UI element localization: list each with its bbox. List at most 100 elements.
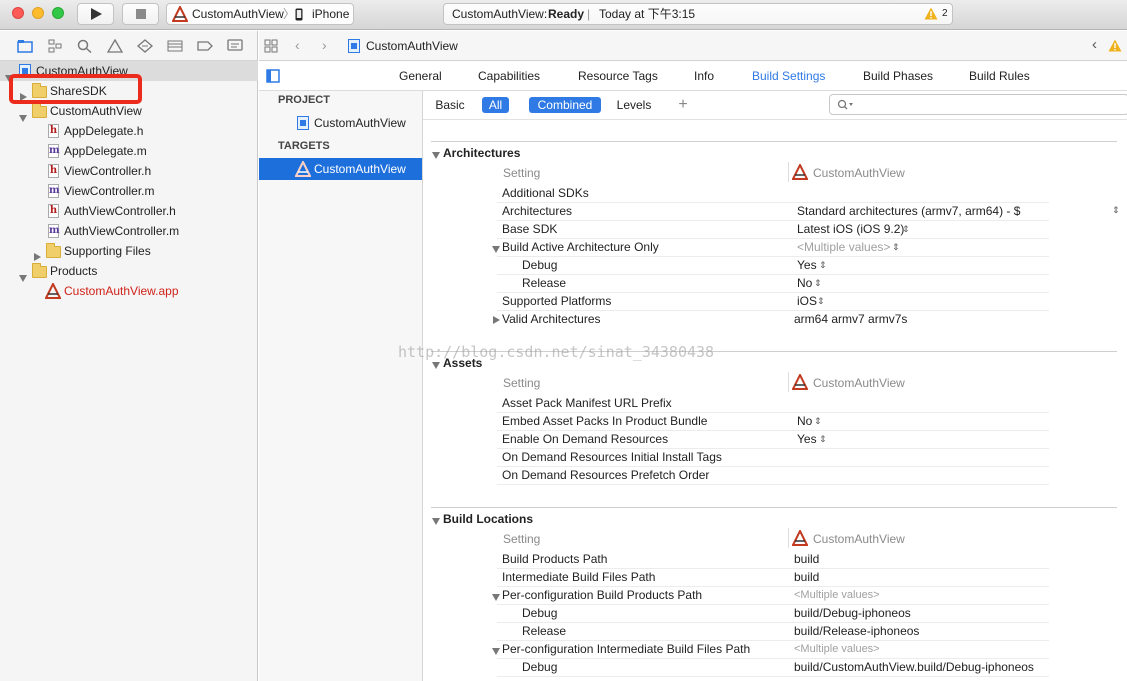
zoom-window-button[interactable] bbox=[52, 7, 64, 19]
tab-build-rules[interactable]: Build Rules bbox=[969, 69, 1030, 83]
issue-navigator-icon[interactable] bbox=[107, 39, 123, 53]
tree-row-products[interactable]: Products bbox=[0, 261, 258, 282]
setting-row[interactable]: Embed Asset Packs In Product Bundle No ⇕ bbox=[497, 413, 1049, 431]
minimize-window-button[interactable] bbox=[32, 7, 44, 19]
tree-row-file[interactable]: h ViewController.h bbox=[0, 161, 258, 181]
forward-arrow-icon[interactable]: › bbox=[322, 37, 327, 53]
test-navigator-icon[interactable] bbox=[137, 39, 153, 53]
stepper-arrows-icon[interactable]: ⇕ bbox=[819, 257, 827, 274]
stepper-arrows-icon[interactable]: ⇕ bbox=[819, 431, 827, 448]
setting-row[interactable]: On Demand Resources Initial Install Tags bbox=[497, 449, 1049, 467]
disclosure-collapsed-icon[interactable] bbox=[493, 315, 500, 327]
stepper-arrows-icon[interactable]: ⇕ bbox=[892, 239, 900, 256]
show-hide-targets-icon[interactable] bbox=[266, 69, 280, 83]
setting-row[interactable]: Per-configuration Build Products Path <M… bbox=[492, 587, 1049, 605]
search-icon[interactable] bbox=[77, 39, 93, 53]
tree-row-file[interactable]: h AuthViewController.h bbox=[0, 201, 258, 221]
related-items-icon[interactable] bbox=[264, 39, 278, 53]
setting-row[interactable]: Per-configuration Intermediate Build Fil… bbox=[492, 641, 1049, 659]
warning-icon[interactable] bbox=[924, 7, 938, 20]
setting-name: Debug bbox=[522, 660, 558, 674]
setting-value[interactable]: No bbox=[797, 275, 812, 292]
disclosure-expanded-icon[interactable] bbox=[492, 646, 500, 658]
setting-row[interactable]: Additional SDKs bbox=[497, 185, 1049, 203]
basic-filter-button[interactable]: Basic bbox=[431, 97, 469, 113]
disclosure-expanded-icon[interactable] bbox=[492, 592, 500, 604]
scheme-selector[interactable]: CustomAuthView 〉 iPhone bbox=[166, 3, 354, 25]
all-filter-button[interactable]: All bbox=[482, 97, 509, 113]
close-window-button[interactable] bbox=[12, 7, 24, 19]
tree-row-file[interactable]: m AuthViewController.m bbox=[0, 221, 258, 241]
add-setting-button[interactable]: + bbox=[673, 97, 693, 113]
tab-general[interactable]: General bbox=[399, 69, 442, 83]
tree-row-file[interactable]: m ViewController.m bbox=[0, 181, 258, 201]
setting-value[interactable]: Latest iOS (iOS 9.2) bbox=[797, 221, 904, 238]
setting-value[interactable]: arm64 armv7 armv7s bbox=[794, 311, 907, 328]
setting-value[interactable]: <Multiple values> bbox=[797, 239, 890, 256]
folder-icon bbox=[32, 263, 47, 278]
target-item-selected[interactable]: CustomAuthView bbox=[259, 158, 422, 180]
debug-navigator-icon[interactable] bbox=[167, 39, 183, 53]
tab-build-settings[interactable]: Build Settings bbox=[752, 69, 825, 83]
tree-row-file[interactable]: h AppDelegate.h bbox=[0, 121, 258, 141]
setting-value[interactable]: build/Debug-iphoneos bbox=[794, 605, 911, 622]
setting-row[interactable]: Release build/Release-iphoneos bbox=[497, 623, 1049, 641]
setting-value[interactable]: build/CustomAuthView.build/Debug-iphoneo… bbox=[794, 659, 1034, 676]
back-arrow-icon[interactable]: ‹ bbox=[1092, 36, 1097, 53]
tab-build-phases[interactable]: Build Phases bbox=[863, 69, 933, 83]
setting-row[interactable]: Build Active Architecture Only <Multiple… bbox=[492, 239, 1049, 257]
tab-capabilities[interactable]: Capabilities bbox=[478, 69, 540, 83]
setting-row[interactable]: Asset Pack Manifest URL Prefix bbox=[497, 395, 1049, 413]
tree-row-group[interactable]: CustomAuthView bbox=[0, 101, 258, 122]
stepper-arrows-icon[interactable]: ⇕ bbox=[814, 413, 822, 430]
setting-value[interactable]: build bbox=[794, 551, 819, 568]
setting-value[interactable]: iOS bbox=[797, 293, 817, 310]
setting-row[interactable]: On Demand Resources Prefetch Order bbox=[497, 467, 1049, 485]
setting-value[interactable]: <Multiple values> bbox=[794, 587, 880, 604]
setting-value[interactable]: Yes bbox=[797, 257, 817, 274]
setting-row[interactable]: Intermediate Build Files Path build bbox=[497, 569, 1049, 587]
warning-icon[interactable] bbox=[1108, 39, 1122, 52]
setting-row[interactable]: Architectures Standard architectures (ar… bbox=[497, 203, 1049, 221]
jumpbar-file[interactable]: CustomAuthView bbox=[366, 39, 458, 53]
symbol-navigator-icon[interactable] bbox=[47, 39, 63, 53]
combined-view-button[interactable]: Combined bbox=[529, 97, 601, 113]
stop-button[interactable] bbox=[122, 3, 159, 25]
disclosure-expanded-icon[interactable] bbox=[432, 360, 440, 372]
tree-row-supporting-files[interactable]: Supporting Files bbox=[0, 241, 258, 261]
breakpoint-navigator-icon[interactable] bbox=[197, 39, 213, 53]
setting-value[interactable]: Standard architectures (armv7, arm64) - … bbox=[797, 203, 1020, 220]
tree-row-product-app[interactable]: CustomAuthView.app bbox=[0, 281, 258, 301]
setting-value[interactable]: build bbox=[794, 569, 819, 586]
setting-value[interactable]: <Multiple values> bbox=[794, 641, 880, 658]
setting-row[interactable]: Debug build/CustomAuthView.build/Debug-i… bbox=[497, 659, 1049, 677]
setting-row[interactable]: Debug build/Debug-iphoneos bbox=[497, 605, 1049, 623]
setting-row[interactable]: Build Products Path build bbox=[497, 551, 1049, 569]
stepper-arrows-icon[interactable]: ⇕ bbox=[1112, 205, 1120, 216]
disclosure-expanded-icon[interactable] bbox=[492, 244, 500, 256]
stepper-arrows-icon[interactable]: ⇕ bbox=[814, 275, 822, 292]
setting-row[interactable]: Supported Platforms iOS ⇕ bbox=[497, 293, 1049, 311]
stepper-arrows-icon[interactable]: ⇕ bbox=[902, 221, 910, 238]
search-input[interactable] bbox=[829, 94, 1127, 115]
setting-row[interactable]: Base SDK Latest iOS (iOS 9.2) ⇕ bbox=[497, 221, 1049, 239]
setting-row[interactable]: Release No ⇕ bbox=[497, 275, 1049, 293]
setting-value[interactable]: Yes bbox=[797, 431, 817, 448]
setting-value[interactable]: build/Release-iphoneos bbox=[794, 623, 919, 640]
disclosure-expanded-icon[interactable] bbox=[432, 516, 440, 528]
setting-row[interactable]: Debug Yes ⇕ bbox=[497, 257, 1049, 275]
setting-row[interactable]: Valid Architectures arm64 armv7 armv7s bbox=[493, 311, 1049, 329]
back-arrow-icon[interactable]: ‹ bbox=[295, 37, 300, 53]
disclosure-expanded-icon[interactable] bbox=[432, 150, 440, 162]
folder-navigator-icon[interactable] bbox=[17, 39, 33, 53]
tab-info[interactable]: Info bbox=[694, 69, 714, 83]
setting-value[interactable]: No bbox=[797, 413, 812, 430]
tab-resource-tags[interactable]: Resource Tags bbox=[578, 69, 658, 83]
levels-view-button[interactable]: Levels bbox=[612, 97, 656, 113]
project-item[interactable]: CustomAuthView bbox=[259, 112, 423, 134]
tree-row-file[interactable]: m AppDelegate.m bbox=[0, 141, 258, 161]
report-navigator-icon[interactable] bbox=[227, 39, 243, 53]
setting-row[interactable]: Enable On Demand Resources Yes ⇕ bbox=[497, 431, 1049, 449]
run-button[interactable] bbox=[77, 3, 114, 25]
stepper-arrows-icon[interactable]: ⇕ bbox=[817, 293, 825, 310]
